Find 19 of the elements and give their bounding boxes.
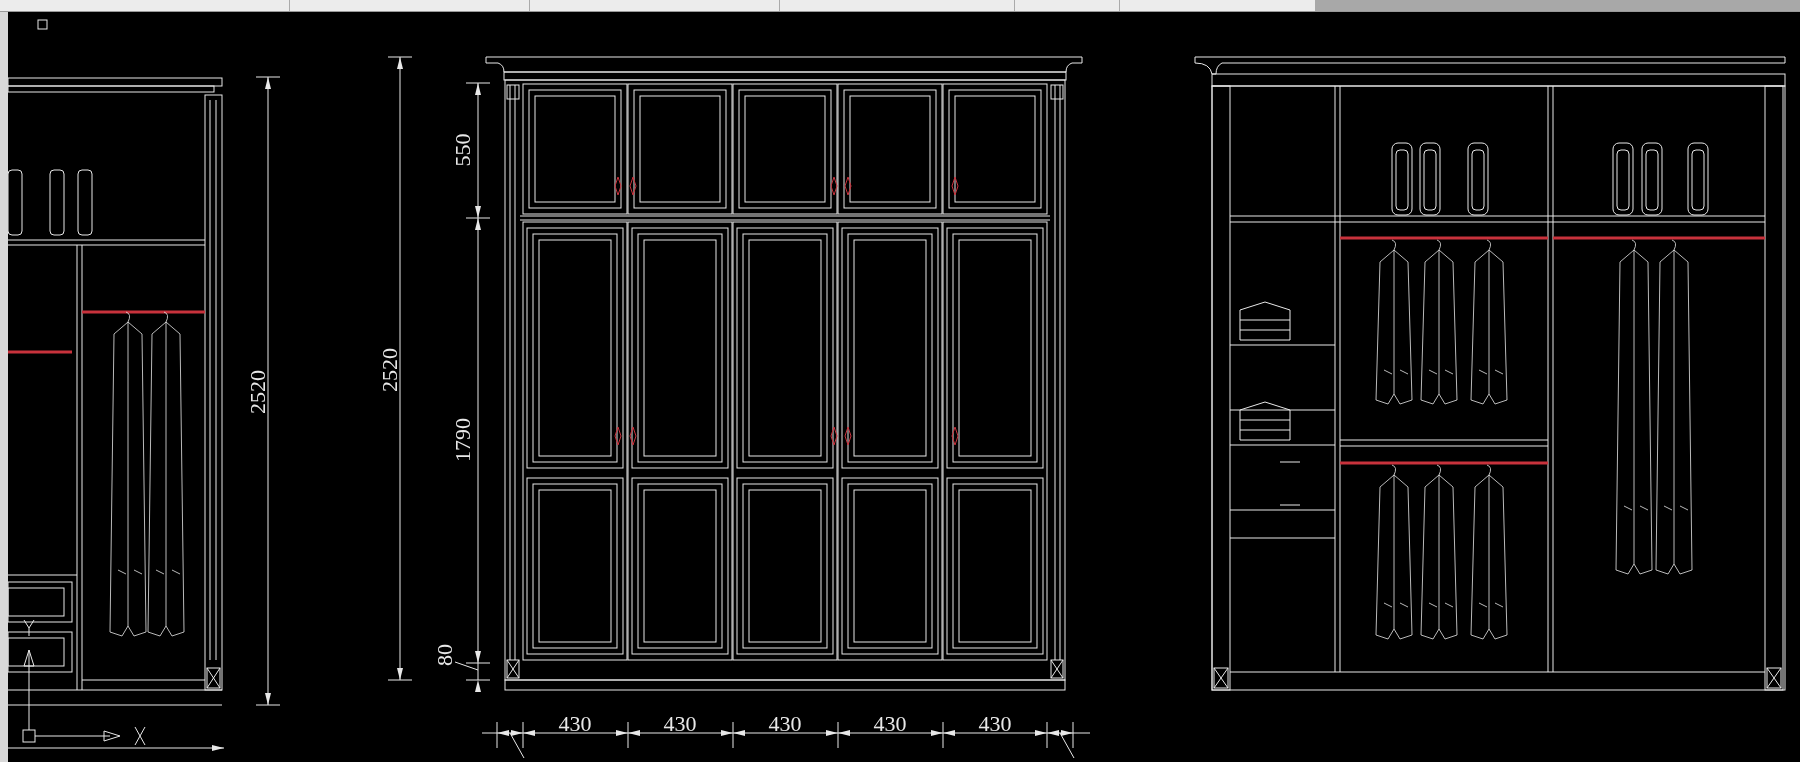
- dimension-label: 430: [873, 711, 907, 736]
- door-handle-icon: [614, 176, 637, 196]
- door-handle-icon: [830, 176, 852, 196]
- door-handle-icon: [951, 176, 959, 196]
- dimension-label: 550: [450, 133, 475, 167]
- hanging-rail: [8, 350, 72, 354]
- door-handle-icon: [830, 426, 852, 446]
- viewport-marker-icon: [37, 19, 48, 30]
- dimension-label: 430: [768, 711, 802, 736]
- dimension-label: 2520: [245, 370, 270, 414]
- door-handle-icon: [951, 426, 959, 446]
- door-handle-icon: [614, 426, 637, 446]
- dimension-label: 80: [432, 644, 457, 666]
- dimension-label: 2520: [377, 348, 402, 392]
- dimension-label: 430: [558, 711, 592, 736]
- dimension-label: 1790: [450, 418, 475, 462]
- dimension-label: 430: [978, 711, 1012, 736]
- ucs-icon: [22, 619, 146, 746]
- dimension-label: 430: [663, 711, 697, 736]
